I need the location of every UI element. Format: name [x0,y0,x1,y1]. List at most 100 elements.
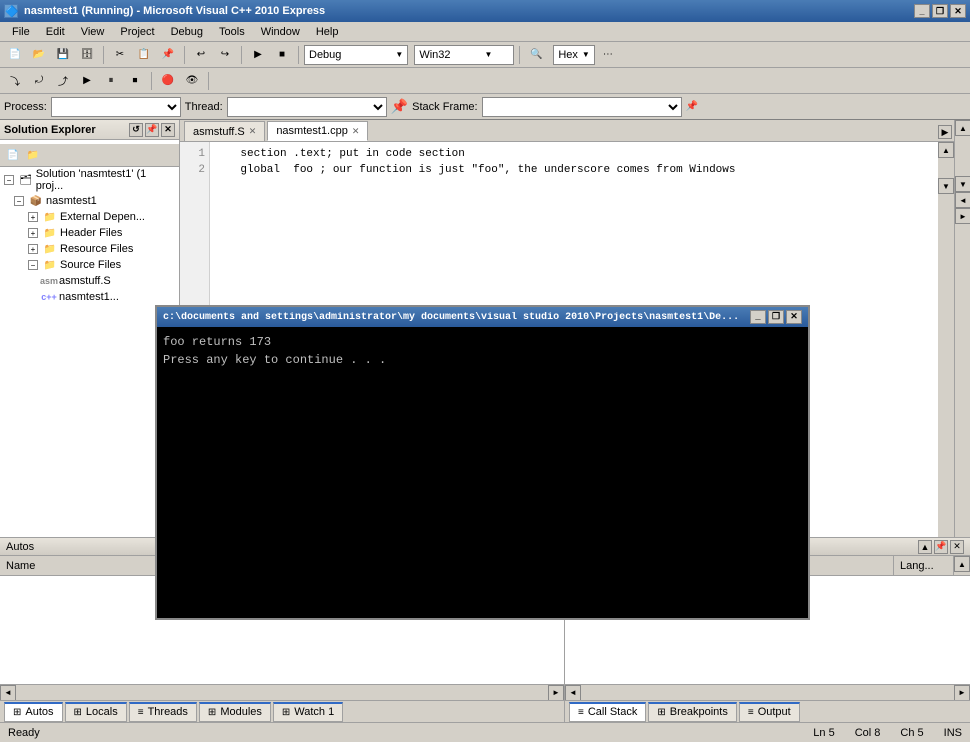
hex-dropdown[interactable]: Hex ▼ [553,45,594,65]
res-expand[interactable]: + [28,244,38,254]
debug-pause[interactable]: ⏸ [100,70,122,92]
tab-output[interactable]: ≡ Output [739,702,800,722]
menu-file[interactable]: File [4,24,38,40]
right-scroll-down[interactable]: ▼ [955,176,970,192]
tab-nasmtest[interactable]: nasmtest1.cpp ✕ [267,121,368,141]
breakpoint-btn[interactable]: 🔴 [157,70,179,92]
tree-source-files[interactable]: − 📁 Source Files [0,257,179,273]
close-button[interactable]: ✕ [950,4,966,18]
menu-view[interactable]: View [73,24,113,40]
callstack-close[interactable]: ✕ [950,540,964,554]
callstack-hscroll[interactable]: ◄ ► [565,684,970,700]
autos-hscroll[interactable]: ◄ ► [0,684,564,700]
menu-help[interactable]: Help [308,24,347,40]
solution-icon: 🗂 [19,173,33,187]
menu-debug[interactable]: Debug [163,24,211,40]
tab-autos[interactable]: ⊞ Autos [4,702,63,722]
autos-scroll-left[interactable]: ◄ [0,685,16,701]
tab-locals[interactable]: ⊞ Locals [65,702,127,722]
stack-frame-dropdown[interactable] [482,97,682,117]
right-scroll-left[interactable]: ◄ [955,192,970,208]
sep4 [298,46,299,64]
tab-asmstuff-close[interactable]: ✕ [249,126,257,137]
redo-btn[interactable]: ↪ [214,44,236,66]
menu-project[interactable]: Project [112,24,162,40]
debug-step-over[interactable]: ⤾ [28,70,50,92]
right-scroll-up[interactable]: ▲ [955,120,970,136]
callstack-scroll-right[interactable]: ► [954,685,970,701]
panel-header-buttons[interactable]: ↺ 📌 ✕ [129,123,175,137]
menu-edit[interactable]: Edit [38,24,73,40]
stack-pin-btn[interactable]: 📌 [686,101,698,112]
save-btn[interactable]: 💾 [52,44,74,66]
tab-asmstuff[interactable]: asmstuff.S ✕ [184,121,265,141]
right-scroll-right[interactable]: ► [955,208,970,224]
watch-btn[interactable]: 👁 [181,70,203,92]
find-btn[interactable]: 🔍 [525,44,547,66]
tree-solution[interactable]: − 🗂 Solution 'nasmtest1' (1 proj... [0,167,179,193]
more-btn[interactable]: ⋯ [597,44,619,66]
sol-folder-btn[interactable]: 📁 [24,146,42,164]
project-expand[interactable]: − [14,196,24,206]
paste-btn[interactable]: 📌 [157,44,179,66]
callstack-up[interactable]: ▲ [918,540,932,554]
hdr-expand[interactable]: + [28,228,38,238]
thread-dropdown[interactable] [227,97,387,117]
tab-threads[interactable]: ≡ Threads [129,702,197,722]
menu-window[interactable]: Window [253,24,308,40]
sol-close-btn[interactable]: ✕ [161,123,175,137]
copy-btn[interactable]: 📋 [133,44,155,66]
console-minimize[interactable]: _ [750,310,766,324]
stop-btn[interactable]: ■ [271,44,293,66]
console-close[interactable]: ✕ [786,310,802,324]
cut-btn[interactable]: ✂ [109,44,131,66]
ext-expand[interactable]: + [28,212,38,222]
tab-watch1[interactable]: ⊞ Watch 1 [273,702,343,722]
console-buttons[interactable]: _ ❐ ✕ [750,310,802,324]
debug-step-into[interactable]: ⤵ [4,70,26,92]
sol-refresh-btn[interactable]: ↺ [129,123,143,137]
debug-step-out[interactable]: ⤴ [52,70,74,92]
tab-callstack[interactable]: ≡ Call Stack [569,702,646,722]
start-btn[interactable]: ▶ [247,44,269,66]
tree-asmstuff[interactable]: asm asmstuff.S [0,273,179,289]
callstack-pin[interactable]: 📌 [934,540,948,554]
tree-project[interactable]: − 📦 nasmtest1 [0,193,179,209]
editor-scrollbar[interactable]: ▲ ▼ [938,142,954,537]
new-btn[interactable]: 📄 [4,44,26,66]
sol-pin-btn[interactable]: 📌 [145,123,159,137]
title-bar-buttons[interactable]: _ ❐ ✕ [914,4,966,18]
tab-modules[interactable]: ⊞ Modules [199,702,271,722]
tab-breakpoints[interactable]: ⊞ Breakpoints [648,702,736,722]
scroll-up[interactable]: ▲ [938,142,954,158]
debug-mode-dropdown[interactable]: Debug ▼ [304,45,408,65]
scroll-down[interactable]: ▼ [938,178,954,194]
src-expand[interactable]: − [28,260,38,270]
pin-btn[interactable]: 📌 [391,98,408,115]
minimize-button[interactable]: _ [914,4,930,18]
tree-resource-files[interactable]: + 📁 Resource Files [0,241,179,257]
callstack-scroll-up[interactable]: ▲ [954,556,970,572]
platform-dropdown[interactable]: Win32 ▼ [414,45,514,65]
undo-btn[interactable]: ↩ [190,44,212,66]
autos-scroll-right[interactable]: ► [548,685,564,701]
tree-external-dep[interactable]: + 📁 External Depen... [0,209,179,225]
tab-scroll-right[interactable]: ▶ [938,125,952,139]
console-restore[interactable]: ❐ [768,310,784,324]
process-dropdown[interactable] [51,97,181,117]
callstack-controls[interactable]: ▲ 📌 ✕ [918,540,964,554]
status-ready: Ready [8,727,40,739]
sol-new-btn[interactable]: 📄 [4,146,22,164]
solution-expand[interactable]: − [4,175,14,185]
callstack-scroll-left[interactable]: ◄ [565,685,581,701]
tree-nasmtest[interactable]: c++ nasmtest1... [0,289,179,305]
debug-continue[interactable]: ▶ [76,70,98,92]
save-all-btn[interactable]: 🗄 [76,44,98,66]
restore-button[interactable]: ❐ [932,4,948,18]
debug-stop[interactable]: ⏹ [124,70,146,92]
tab-nasmtest-close[interactable]: ✕ [352,126,360,137]
tree-header-files[interactable]: + 📁 Header Files [0,225,179,241]
callstack-col-scroll: ▲ [954,556,970,575]
menu-tools[interactable]: Tools [211,24,253,40]
open-btn[interactable]: 📂 [28,44,50,66]
